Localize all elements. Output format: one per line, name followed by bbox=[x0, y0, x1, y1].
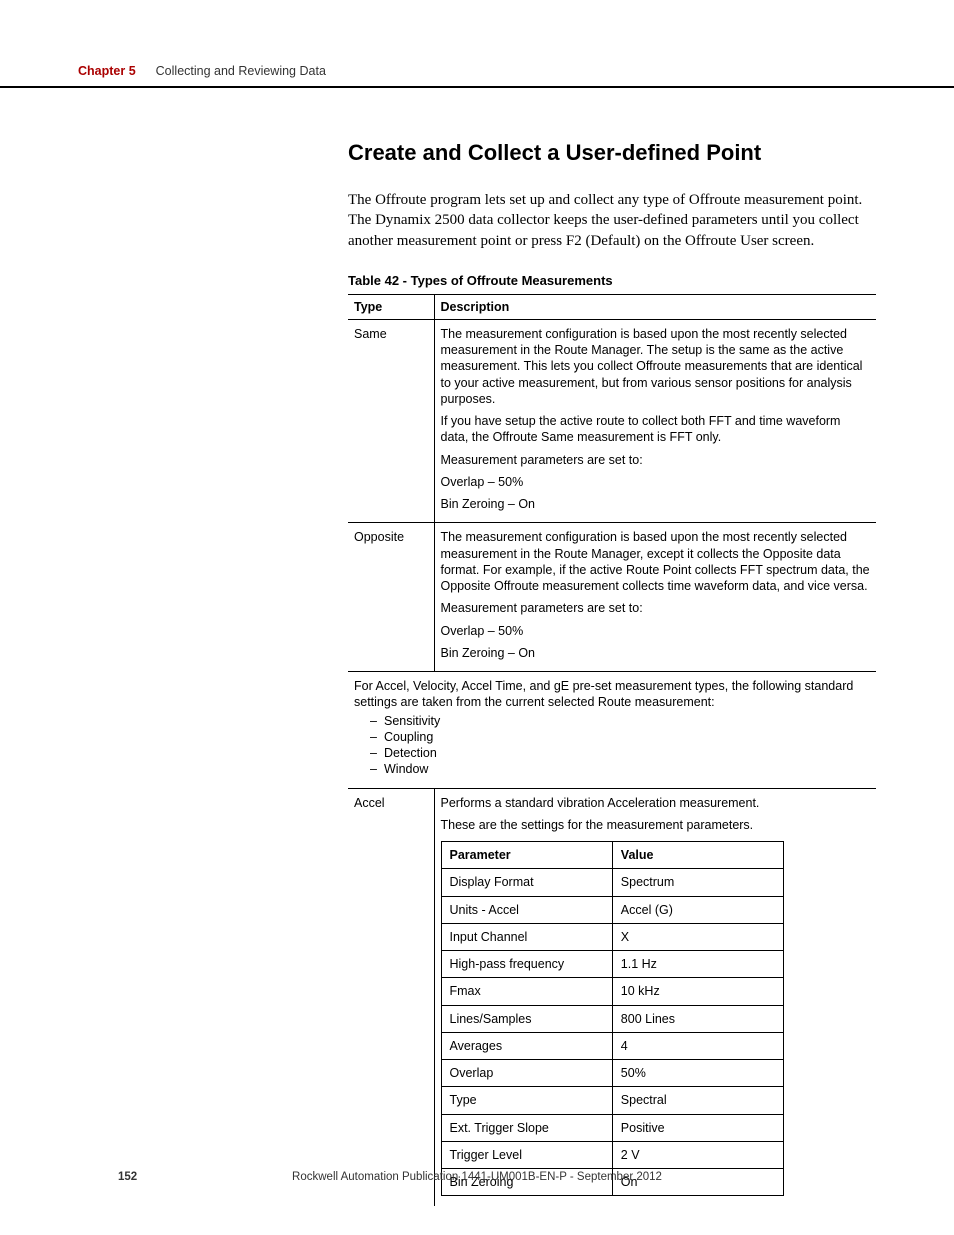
table-row: Same The measurement configuration is ba… bbox=[348, 319, 876, 523]
chapter-title: Collecting and Reviewing Data bbox=[156, 64, 326, 78]
param-name: Input Channel bbox=[441, 923, 612, 950]
desc-text: Measurement parameters are set to: bbox=[441, 452, 871, 468]
list-item: Coupling bbox=[370, 729, 870, 745]
table-row: Fmax10 kHz bbox=[441, 978, 784, 1005]
param-name: Ext. Trigger Slope bbox=[441, 1114, 612, 1141]
parameters-table: Parameter Value Display FormatSpectrum U… bbox=[441, 841, 785, 1196]
param-value: 2 V bbox=[612, 1141, 783, 1168]
param-name: Display Format bbox=[441, 869, 612, 896]
table-row: Lines/Samples800 Lines bbox=[441, 1005, 784, 1032]
param-value: 4 bbox=[612, 1032, 783, 1059]
footer-text: Rockwell Automation Publication 1441-UM0… bbox=[78, 1171, 876, 1183]
desc-text: The measurement configuration is based u… bbox=[441, 529, 871, 594]
desc-text: Overlap – 50% bbox=[441, 474, 871, 490]
table-row: Averages4 bbox=[441, 1032, 784, 1059]
table-caption: Table 42 - Types of Offroute Measurement… bbox=[348, 273, 876, 288]
param-value: Accel (G) bbox=[612, 896, 783, 923]
list-item: Window bbox=[370, 761, 870, 777]
col-type: Type bbox=[348, 294, 434, 319]
param-name: Trigger Level bbox=[441, 1141, 612, 1168]
table-row: Units - AccelAccel (G) bbox=[441, 896, 784, 923]
offroute-types-table: Type Description Same The measurement co… bbox=[348, 294, 876, 1207]
chapter-label: Chapter 5 bbox=[78, 64, 136, 78]
section-heading: Create and Collect a User-defined Point bbox=[348, 140, 876, 166]
col-parameter: Parameter bbox=[441, 842, 612, 869]
table-row: Accel Performs a standard vibration Acce… bbox=[348, 788, 876, 1206]
desc-cell: Performs a standard vibration Accelerati… bbox=[434, 788, 876, 1206]
param-name: Lines/Samples bbox=[441, 1005, 612, 1032]
type-cell: Opposite bbox=[348, 523, 434, 672]
col-value: Value bbox=[612, 842, 783, 869]
desc-text: These are the settings for the measureme… bbox=[441, 817, 871, 833]
param-value: 50% bbox=[612, 1060, 783, 1087]
table-row: Ext. Trigger SlopePositive bbox=[441, 1114, 784, 1141]
table-row: Input ChannelX bbox=[441, 923, 784, 950]
param-value: 1.1 Hz bbox=[612, 951, 783, 978]
desc-text: If you have setup the active route to co… bbox=[441, 413, 871, 446]
table-row: Overlap50% bbox=[441, 1060, 784, 1087]
desc-text: Overlap – 50% bbox=[441, 623, 871, 639]
desc-text: Measurement parameters are set to: bbox=[441, 600, 871, 616]
table-row: For Accel, Velocity, Accel Time, and gE … bbox=[348, 672, 876, 789]
param-name: High-pass frequency bbox=[441, 951, 612, 978]
param-value: X bbox=[612, 923, 783, 950]
page-number: 152 bbox=[118, 1171, 137, 1183]
page-footer: 152 Rockwell Automation Publication 1441… bbox=[0, 1171, 954, 1183]
param-value: Positive bbox=[612, 1114, 783, 1141]
list-item: Detection bbox=[370, 745, 870, 761]
desc-text: Bin Zeroing – On bbox=[441, 496, 871, 512]
param-name: Fmax bbox=[441, 978, 612, 1005]
type-cell: Same bbox=[348, 319, 434, 523]
param-value: Spectral bbox=[612, 1087, 783, 1114]
type-cell: Accel bbox=[348, 788, 434, 1206]
list-item: Sensitivity bbox=[370, 713, 870, 729]
table-row: Opposite The measurement configuration i… bbox=[348, 523, 876, 672]
desc-text: Bin Zeroing – On bbox=[441, 645, 871, 661]
table-row: Display FormatSpectrum bbox=[441, 869, 784, 896]
desc-text: The measurement configuration is based u… bbox=[441, 326, 871, 407]
desc-cell: The measurement configuration is based u… bbox=[434, 523, 876, 672]
table-row: TypeSpectral bbox=[441, 1087, 784, 1114]
bullet-list: Sensitivity Coupling Detection Window bbox=[354, 713, 870, 778]
param-name: Averages bbox=[441, 1032, 612, 1059]
param-value: Spectrum bbox=[612, 869, 783, 896]
param-name: Overlap bbox=[441, 1060, 612, 1087]
param-value: 10 kHz bbox=[612, 978, 783, 1005]
main-content: Create and Collect a User-defined Point … bbox=[0, 140, 954, 1206]
param-name: Type bbox=[441, 1087, 612, 1114]
table-row: Trigger Level2 V bbox=[441, 1141, 784, 1168]
desc-cell: The measurement configuration is based u… bbox=[434, 319, 876, 523]
intro-paragraph: The Offroute program lets set up and col… bbox=[348, 190, 876, 251]
col-description: Description bbox=[434, 294, 876, 319]
note-text: For Accel, Velocity, Accel Time, and gE … bbox=[354, 678, 870, 711]
desc-text: Performs a standard vibration Accelerati… bbox=[441, 795, 871, 811]
page-header: Chapter 5 Collecting and Reviewing Data bbox=[0, 0, 954, 88]
param-name: Units - Accel bbox=[441, 896, 612, 923]
table-row: High-pass frequency1.1 Hz bbox=[441, 951, 784, 978]
note-cell: For Accel, Velocity, Accel Time, and gE … bbox=[348, 672, 876, 789]
param-value: 800 Lines bbox=[612, 1005, 783, 1032]
